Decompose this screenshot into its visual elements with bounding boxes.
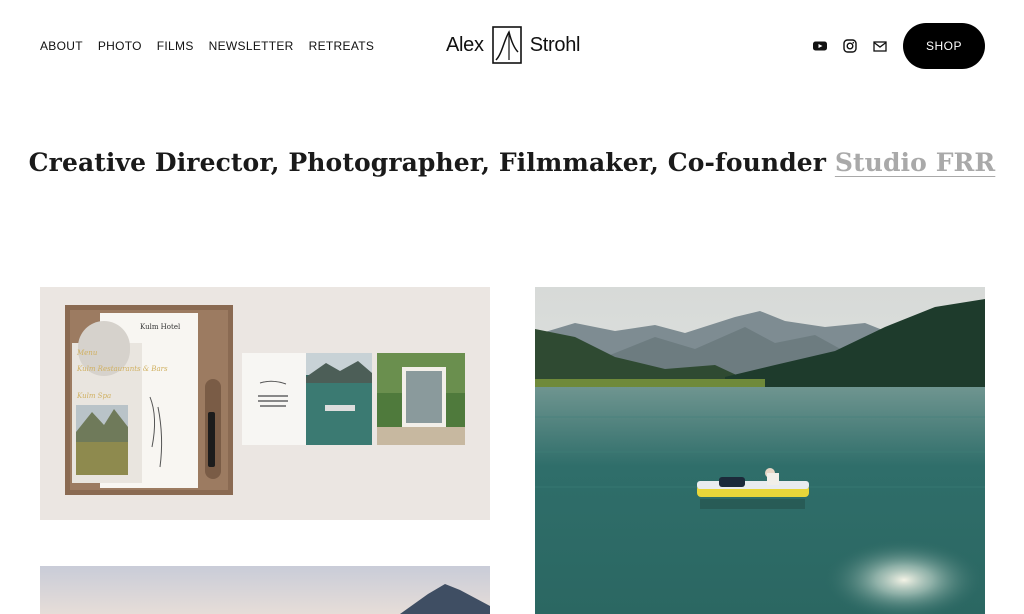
mail-icon[interactable] xyxy=(872,38,888,54)
kulm-hotel-mockup-image: Kulm Hotel Menu Kulm Restaurants & Bars … xyxy=(40,287,490,520)
nav-about[interactable]: ABOUT xyxy=(40,39,83,53)
logo-first-name: Alex xyxy=(446,33,484,56)
project-tile-lake[interactable] xyxy=(535,287,985,614)
tagline-text: Creative Director, Photographer, Filmmak… xyxy=(28,148,827,177)
nav-retreats[interactable]: RETREATS xyxy=(309,39,375,53)
instagram-icon[interactable] xyxy=(842,38,858,54)
logo-last-name: Strohl xyxy=(529,33,581,56)
site-header: ABOUT PHOTO FILMS NEWSLETTER RETREATS Al… xyxy=(0,0,1024,92)
lake-boat-photo xyxy=(535,287,985,614)
page-tagline: Creative Director, Photographer, Filmmak… xyxy=(0,148,1024,177)
logo-mark-icon xyxy=(491,26,522,64)
social-links xyxy=(812,38,888,54)
project-tile-mountain[interactable] xyxy=(40,566,490,614)
menu-card-line1: Menu xyxy=(76,349,98,357)
nav-photo[interactable]: PHOTO xyxy=(98,39,142,53)
mountain-photo xyxy=(40,566,490,614)
youtube-icon[interactable] xyxy=(812,38,828,54)
menu-card-title: Kulm Hotel xyxy=(140,323,181,331)
studio-frr-link[interactable]: Studio FRR xyxy=(835,148,995,177)
menu-card-line3: Kulm Spa xyxy=(76,392,111,400)
shop-button[interactable]: SHOP xyxy=(903,23,985,69)
site-logo[interactable]: Alex Strohl xyxy=(446,26,580,64)
project-tile-kulm-hotel[interactable]: Kulm Hotel Menu Kulm Restaurants & Bars … xyxy=(40,287,490,520)
main-nav: ABOUT PHOTO FILMS NEWSLETTER RETREATS xyxy=(40,39,374,53)
menu-card-line2: Kulm Restaurants & Bars xyxy=(76,365,168,373)
nav-films[interactable]: FILMS xyxy=(157,39,194,53)
nav-newsletter[interactable]: NEWSLETTER xyxy=(209,39,294,53)
